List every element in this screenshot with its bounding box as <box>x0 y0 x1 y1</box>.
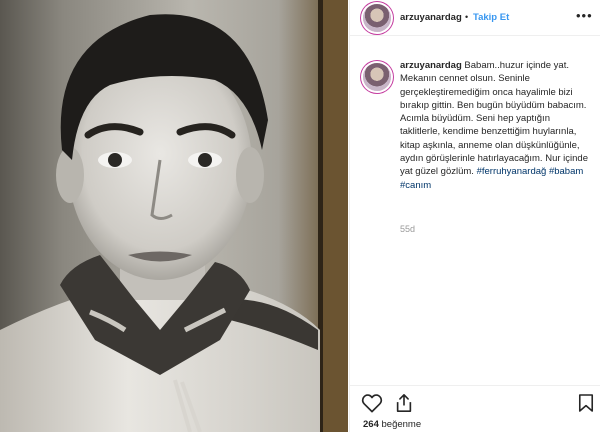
header-separator: • <box>465 12 469 22</box>
hashtag-link[interactable]: #babam <box>549 166 583 177</box>
post-age[interactable]: 55d <box>400 224 415 234</box>
more-horizontal-icon[interactable]: ••• <box>576 8 593 23</box>
post-caption: arzuyanardag Babam..huzur içinde yat. Me… <box>400 59 590 192</box>
instagram-post: arzuyanardag • Takip Et ••• arzuyanardag… <box>0 0 600 432</box>
likes-count[interactable]: 264 beğenme <box>363 419 421 430</box>
author-avatar[interactable] <box>363 4 391 32</box>
hashtag-link[interactable]: #ferruhyanardağ <box>477 166 547 177</box>
likes-label: beğenme <box>381 419 422 430</box>
author-username[interactable]: arzuyanardag <box>400 12 462 23</box>
caption-username[interactable]: arzuyanardag <box>400 60 462 71</box>
post-sidebar: arzuyanardag • Takip Et ••• arzuyanardag… <box>349 0 600 432</box>
follow-button[interactable]: Takip Et <box>473 12 509 23</box>
post-actions: 264 beğenme <box>350 385 600 430</box>
share-icon[interactable] <box>394 393 414 413</box>
hashtag-link[interactable]: #canım <box>400 180 431 191</box>
post-header: arzuyanardag • Takip Et ••• <box>350 0 600 36</box>
post-photo[interactable] <box>0 0 348 432</box>
caption-author-avatar[interactable] <box>363 63 391 91</box>
heart-icon[interactable] <box>361 393 383 413</box>
bookmark-icon[interactable] <box>578 393 594 413</box>
likes-number: 264 <box>363 419 379 430</box>
portrait-photo <box>0 0 348 432</box>
caption-text: Babam..huzur içinde yat. Mekanın cennet … <box>400 60 588 178</box>
